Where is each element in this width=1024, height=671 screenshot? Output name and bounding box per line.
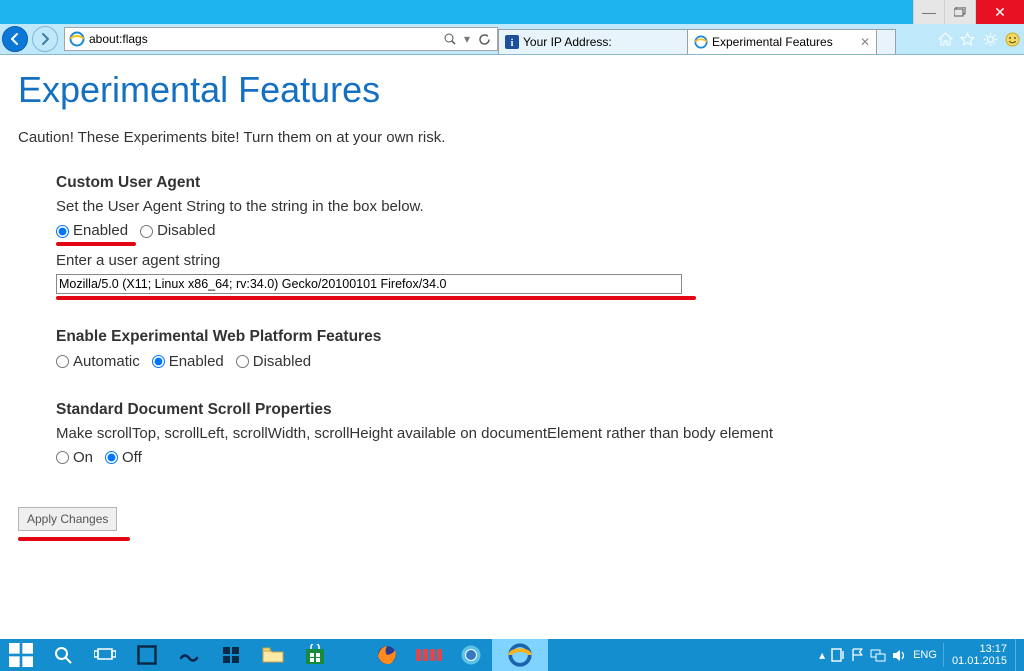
file-explorer-button[interactable] [252, 639, 294, 671]
tray-language[interactable]: ENG [913, 649, 937, 661]
home-icon[interactable] [938, 32, 953, 46]
task-view-button[interactable] [84, 639, 126, 671]
tray-show-hidden-icon[interactable]: ▴ [819, 648, 825, 662]
minimize-button[interactable]: — [913, 0, 944, 24]
restore-button[interactable] [944, 0, 975, 24]
section-web-platform: Enable Experimental Web Platform Feature… [56, 326, 1006, 372]
radio-input[interactable] [56, 355, 69, 368]
tab-label: Your IP Address: [523, 35, 681, 49]
radio-webplat-enabled[interactable]: Enabled [152, 351, 224, 373]
ie-icon [69, 31, 85, 47]
search-icon[interactable] [444, 33, 456, 45]
forward-button[interactable] [32, 26, 58, 52]
annotation-underline [56, 296, 696, 300]
ie-taskbar-button[interactable] [492, 639, 548, 671]
section-title: Custom User Agent [56, 172, 1006, 194]
address-bar-buttons: ▾ [438, 32, 497, 46]
tray-clock[interactable]: 13:17 01.01.2015 [943, 643, 1015, 667]
tab-experimental-features[interactable]: Experimental Features ✕ [687, 29, 877, 54]
caution-text: Caution! These Experiments bite! Turn th… [18, 129, 1006, 146]
radio-input[interactable] [56, 451, 69, 464]
info-icon: i [505, 35, 519, 49]
ie-icon [694, 35, 708, 49]
address-bar[interactable]: about:flags ▾ [64, 27, 498, 51]
tray-flag-icon[interactable] [851, 648, 864, 662]
taskbar-app[interactable] [168, 639, 210, 671]
window-title-bar: — ✕ [0, 0, 1024, 24]
tray-network-icon[interactable] [870, 649, 886, 662]
taskbar-separator [336, 639, 366, 671]
tray-action-center-icon[interactable] [831, 648, 845, 662]
browser-toolbar: about:flags ▾ i Your IP Address: Experim… [0, 24, 1024, 55]
command-bar [934, 32, 1024, 47]
close-button[interactable]: ✕ [975, 0, 1024, 24]
radio-input[interactable] [152, 355, 165, 368]
taskbar: ▴ ENG 13:17 01.01.2015 [0, 639, 1024, 671]
radio-webplat-automatic[interactable]: Automatic [56, 351, 140, 373]
radio-scroll-off[interactable]: Off [105, 447, 142, 469]
radio-input[interactable] [140, 225, 153, 238]
user-agent-input[interactable] [56, 274, 682, 294]
svg-text:i: i [511, 38, 514, 49]
favorites-icon[interactable] [960, 32, 975, 46]
tray-volume-icon[interactable] [892, 649, 907, 662]
refresh-icon[interactable] [478, 33, 491, 46]
page-title: Experimental Features [18, 69, 1006, 111]
radio-ua-enabled[interactable]: Enabled [56, 220, 128, 242]
start-button[interactable] [0, 639, 42, 671]
taskbar-app[interactable] [210, 639, 252, 671]
annotation-underline [56, 242, 136, 246]
radio-webplat-disabled[interactable]: Disabled [236, 351, 311, 373]
apply-changes-button[interactable]: Apply Changes [18, 507, 117, 531]
tab-your-ip[interactable]: i Your IP Address: [498, 29, 688, 54]
section-desc: Make scrollTop, scrollLeft, scrollWidth,… [56, 423, 1006, 445]
dropdown-icon[interactable]: ▾ [464, 32, 470, 46]
radio-scroll-on[interactable]: On [56, 447, 93, 469]
smiley-icon[interactable] [1005, 32, 1020, 47]
radio-input[interactable] [105, 451, 118, 464]
tools-icon[interactable] [983, 32, 998, 47]
tab-close-icon[interactable]: ✕ [860, 35, 870, 49]
radio-input[interactable] [56, 225, 69, 238]
enter-ua-label: Enter a user agent string [56, 250, 1006, 272]
section-title: Enable Experimental Web Platform Feature… [56, 326, 1006, 348]
radio-ua-disabled[interactable]: Disabled [140, 220, 215, 242]
page-content: Experimental Features Caution! These Exp… [0, 55, 1024, 645]
show-desktop-button[interactable] [1015, 639, 1024, 671]
section-desc: Set the User Agent String to the string … [56, 196, 1006, 218]
section-custom-user-agent: Custom User Agent Set the User Agent Str… [56, 172, 1006, 300]
taskbar-app[interactable] [126, 639, 168, 671]
tab-strip: i Your IP Address: Experimental Features… [498, 24, 934, 54]
tab-label: Experimental Features [712, 35, 858, 49]
taskbar-app[interactable] [450, 639, 492, 671]
taskbar-app[interactable] [408, 639, 450, 671]
search-button[interactable] [42, 639, 84, 671]
section-title: Standard Document Scroll Properties [56, 399, 1006, 421]
section-scroll-properties: Standard Document Scroll Properties Make… [56, 399, 1006, 469]
radio-input[interactable] [236, 355, 249, 368]
annotation-underline [18, 537, 130, 541]
firefox-button[interactable] [366, 639, 408, 671]
url-text: about:flags [89, 32, 438, 46]
store-button[interactable] [294, 639, 336, 671]
back-button[interactable] [2, 26, 28, 52]
new-tab-button[interactable] [876, 29, 896, 54]
system-tray: ▴ ENG 13:17 01.01.2015 [813, 639, 1024, 671]
